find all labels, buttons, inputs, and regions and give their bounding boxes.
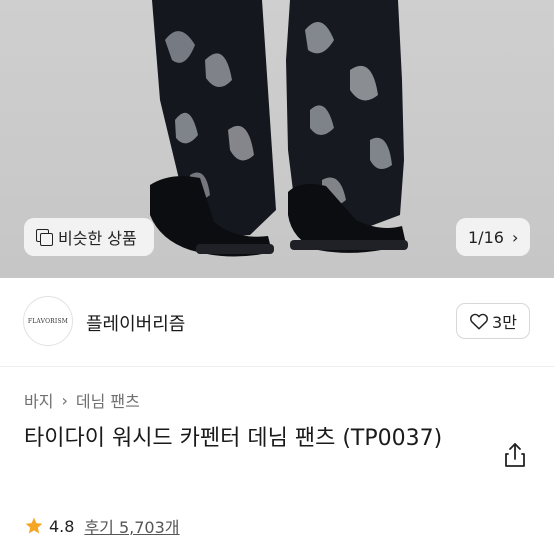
like-button[interactable]: 3만	[456, 303, 530, 339]
breadcrumb: 바지 › 데님 팬츠	[24, 388, 140, 412]
image-counter-button[interactable]: 1/16 ›	[456, 218, 530, 256]
review-link[interactable]: 후기 5,703개	[84, 514, 179, 538]
rating-row: 4.8 후기 5,703개	[24, 514, 180, 538]
copy-icon	[36, 229, 53, 246]
brand-name[interactable]: 플레이버리즘	[86, 310, 185, 336]
chevron-right-icon: ›	[61, 390, 68, 410]
brand-row[interactable]: FLAVORISM 플레이버리즘 3만	[0, 278, 554, 366]
brand-logo-text: FLAVORISM	[27, 317, 69, 325]
share-icon[interactable]	[500, 440, 530, 470]
star-icon	[25, 517, 43, 534]
image-counter: 1/16	[468, 227, 504, 247]
breadcrumb-item-subcategory[interactable]: 데님 팬츠	[76, 388, 140, 412]
product-title: 타이다이 워시드 카펜터 데님 팬츠 (TP0037)	[24, 426, 443, 451]
breadcrumb-item-category[interactable]: 바지	[24, 388, 53, 412]
section-divider	[0, 366, 554, 367]
heart-outline-icon	[470, 313, 489, 330]
like-count: 3만	[492, 313, 517, 332]
rating-score: 4.8	[49, 516, 75, 536]
product-image[interactable]: 비슷한 상품 1/16 ›	[0, 0, 554, 278]
chevron-right-icon: ›	[511, 227, 519, 247]
similar-products-label: 비슷한 상품	[58, 229, 137, 248]
similar-products-button[interactable]: 비슷한 상품	[24, 218, 154, 256]
brand-logo[interactable]: FLAVORISM	[23, 296, 73, 346]
